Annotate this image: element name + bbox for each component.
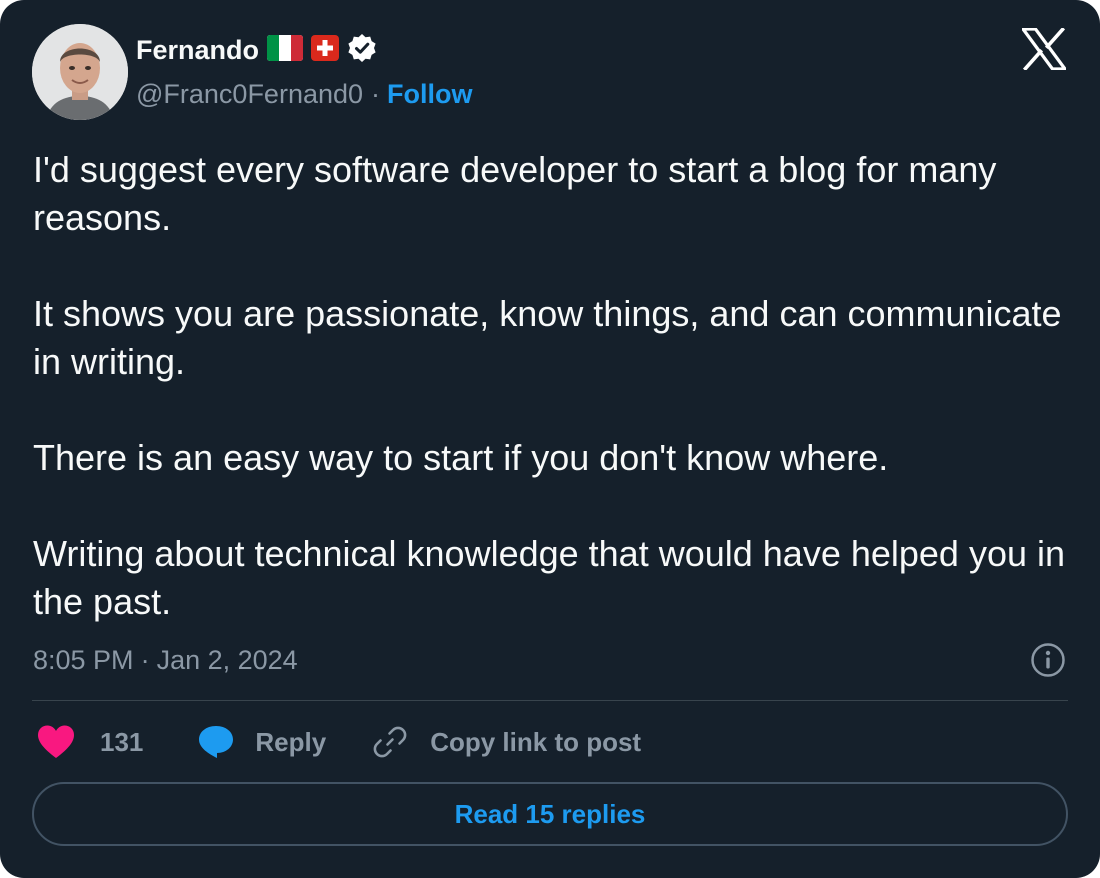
copy-link-label: Copy link to post [430,726,642,757]
post-date: Jan 2, 2024 [156,644,298,675]
post-paragraph: I'd suggest every software developer to … [33,149,997,238]
post-paragraph: There is an easy way to start if you don… [33,437,889,478]
copy-link-button[interactable]: Copy link to post [372,724,641,760]
follow-button[interactable]: Follow [387,79,472,110]
read-replies-label: Read 15 replies [454,798,646,829]
author-name[interactable]: Fernando [136,35,259,66]
reply-label: Reply [255,726,327,757]
like-button[interactable]: 131 [36,724,143,760]
post-time: 8:05 PM [33,644,134,675]
info-icon[interactable] [1030,642,1066,678]
post-timestamp[interactable]: 8:05 PM · Jan 2, 2024 [33,640,298,680]
post-actions: 131 Reply Copy link to post [36,720,641,764]
author-handle-row: @Franc0Fernand0 · Follow [136,76,473,112]
post-text: I'd suggest every software developer to … [33,146,1073,626]
separator-dot: · [140,644,150,675]
read-replies-button[interactable]: Read 15 replies [32,782,1068,846]
reply-button[interactable]: Reply [197,724,326,760]
x-logo-icon[interactable] [1019,26,1069,72]
like-count: 131 [100,726,144,757]
author-name-row: Fernando [136,30,377,70]
separator-dot: · [371,78,381,109]
switzerland-flag-icon [311,34,340,66]
verified-badge-icon [347,33,377,68]
post-paragraph: Writing about technical knowledge that w… [33,533,1066,622]
divider [32,700,1068,701]
author-handle[interactable]: @Franc0Fernand0 [136,79,363,110]
author-avatar[interactable] [32,24,128,120]
speech-bubble-icon [197,724,235,760]
italy-flag-icon [267,34,304,66]
embedded-post-card: Fernando @Franc0Fernand0 · Follow I'd su… [0,0,1100,878]
link-icon [372,724,408,760]
heart-icon [36,724,76,760]
post-paragraph: It shows you are passionate, know things… [33,293,1062,382]
